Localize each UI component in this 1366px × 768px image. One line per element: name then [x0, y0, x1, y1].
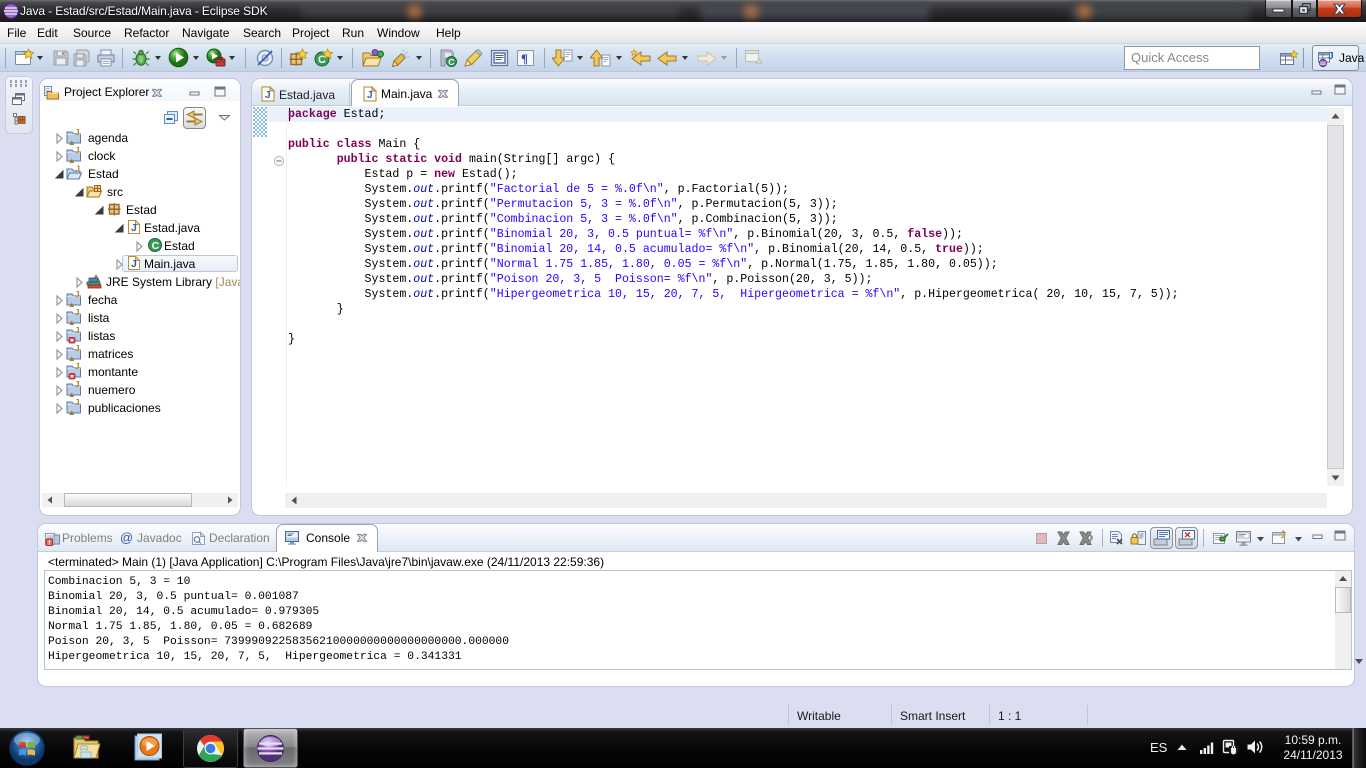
- svg-text:¶: ¶: [521, 51, 528, 66]
- svg-text:C: C: [448, 57, 454, 67]
- svg-text:J: J: [1328, 51, 1334, 62]
- svg-text:J: J: [265, 90, 271, 101]
- svg-text:J: J: [367, 90, 373, 101]
